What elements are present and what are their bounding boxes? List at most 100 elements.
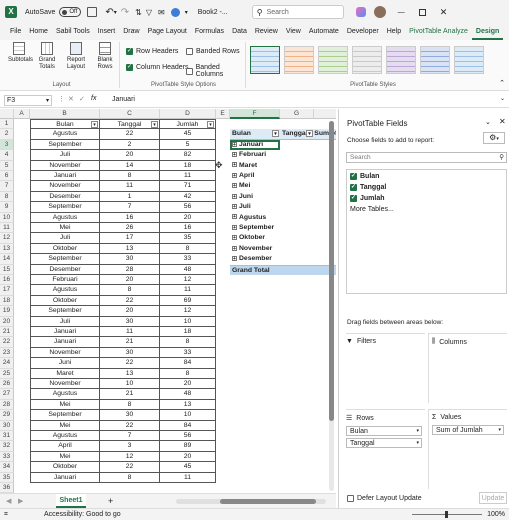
expand-icon[interactable]: +: [232, 183, 237, 189]
column-header-e[interactable]: E: [216, 109, 230, 119]
column-header-c[interactable]: C: [100, 109, 160, 119]
table-cell[interactable]: Juni: [30, 358, 100, 369]
table-cell[interactable]: 48: [160, 389, 216, 400]
tab-pivottable-analyze[interactable]: PivotTable Analyze: [405, 24, 472, 40]
table-cell[interactable]: 13: [100, 368, 160, 379]
table-cell[interactable]: 21: [100, 389, 160, 400]
tab-design[interactable]: Design: [471, 25, 504, 40]
row-header[interactable]: 13: [0, 243, 14, 255]
row-headers-checkbox[interactable]: ✓: [126, 48, 133, 55]
row-header[interactable]: 28: [0, 399, 14, 411]
row-header[interactable]: 5: [0, 160, 14, 171]
table-cell[interactable]: 35: [160, 233, 216, 244]
table-cell[interactable]: 1: [100, 191, 160, 203]
table-header[interactable]: Tanggal ▾: [100, 119, 160, 130]
tab-page-layout[interactable]: Page Layout: [144, 24, 191, 40]
prev-sheet-icon[interactable]: ◀: [6, 497, 11, 505]
pivot-row-label[interactable]: + Mei: [230, 181, 280, 191]
tab-draw[interactable]: Draw: [119, 24, 143, 40]
expand-icon[interactable]: +: [232, 193, 237, 199]
expand-icon[interactable]: +: [232, 224, 237, 230]
table-cell[interactable]: 16: [160, 223, 216, 234]
expand-icon[interactable]: +: [232, 245, 237, 251]
name-box[interactable]: F3 ▾: [4, 95, 52, 106]
column-header-a[interactable]: A: [14, 109, 30, 119]
pivot-row-label[interactable]: + April: [230, 171, 280, 181]
table-cell[interactable]: Desember: [30, 191, 100, 203]
table-cell[interactable]: Mei: [30, 223, 100, 234]
pivot-row-label[interactable]: + November: [230, 244, 280, 254]
table-cell[interactable]: 82: [160, 150, 216, 161]
minimize-icon[interactable]: —: [398, 9, 405, 16]
table-cell[interactable]: Maret: [30, 368, 100, 379]
collapse-ribbon-icon[interactable]: ⌃: [499, 79, 505, 87]
filters-area[interactable]: ▼ Filters: [346, 333, 425, 403]
pivot-row-label[interactable]: + Januari: [230, 139, 280, 151]
table-cell[interactable]: 71: [160, 181, 216, 192]
table-cell[interactable]: Mei: [30, 420, 100, 431]
cancel-icon[interactable]: ✕: [68, 95, 74, 103]
table-cell[interactable]: 11: [160, 285, 216, 296]
row-header[interactable]: 9: [0, 202, 14, 213]
expand-icon[interactable]: +: [232, 151, 237, 157]
table-cell[interactable]: 3: [100, 441, 160, 452]
zoom-slider[interactable]: [412, 511, 482, 518]
field-checkbox[interactable]: ✓: [350, 173, 357, 180]
table-cell[interactable]: 20: [100, 150, 160, 161]
tab-help[interactable]: Help: [383, 24, 405, 40]
table-cell[interactable]: 18: [160, 160, 216, 171]
pivot-row-label[interactable]: + Maret: [230, 161, 280, 171]
row-header[interactable]: 6: [0, 171, 14, 182]
table-cell[interactable]: 45: [160, 129, 216, 140]
table-cell[interactable]: 11: [100, 327, 160, 338]
field-checkbox[interactable]: ✓: [350, 184, 357, 191]
table-cell[interactable]: 28: [100, 264, 160, 275]
select-all-corner[interactable]: [0, 109, 14, 119]
row-header[interactable]: 17: [0, 285, 14, 296]
table-cell[interactable]: Juli: [30, 316, 100, 327]
rows-item-tanggal[interactable]: Tanggal ▾: [346, 438, 422, 448]
row-header[interactable]: 12: [0, 233, 14, 244]
table-cell[interactable]: 69: [160, 295, 216, 307]
tab-automate[interactable]: Automate: [305, 24, 343, 40]
table-cell[interactable]: 12: [160, 306, 216, 317]
subtotals-button[interactable]: Subtotals: [8, 42, 33, 71]
row-header[interactable]: 21: [0, 327, 14, 338]
column-header-h[interactable]: H: [314, 109, 336, 119]
expand-icon[interactable]: +: [232, 255, 237, 261]
vertical-scrollbar[interactable]: [329, 121, 334, 491]
column-header-d[interactable]: D: [160, 109, 216, 119]
grand-total-spacer[interactable]: [280, 264, 314, 275]
table-cell[interactable]: 45: [160, 462, 216, 473]
table-cell[interactable]: 7: [100, 431, 160, 442]
row-header[interactable]: 27: [0, 389, 14, 400]
row-header[interactable]: 8: [0, 191, 14, 203]
row-header[interactable]: 36: [0, 483, 14, 493]
table-cell[interactable]: Agustus: [30, 212, 100, 223]
column-header-b[interactable]: B: [30, 109, 100, 119]
table-cell[interactable]: 56: [160, 202, 216, 213]
maximize-icon[interactable]: [418, 8, 426, 16]
table-cell[interactable]: 21: [100, 337, 160, 348]
pivot-row-label[interactable]: + Juli: [230, 202, 280, 212]
row-header[interactable]: 10: [0, 212, 14, 223]
formula-input[interactable]: Januari: [112, 96, 135, 103]
column-header-f[interactable]: F: [230, 109, 280, 119]
table-cell[interactable]: 10: [160, 410, 216, 421]
row-header[interactable]: 15: [0, 264, 14, 275]
undo-icon[interactable]: ↶: [105, 7, 113, 18]
copilot-icon[interactable]: [355, 7, 366, 17]
field-bulan[interactable]: ✓ Bulan: [350, 173, 379, 180]
table-cell[interactable]: 30: [100, 254, 160, 265]
close-icon[interactable]: ✕: [440, 7, 448, 18]
values-item-sum[interactable]: Sum of Jumlah ▾: [432, 425, 504, 435]
table-cell[interactable]: Oktober: [30, 295, 100, 307]
table-cell[interactable]: 8: [100, 472, 160, 483]
table-cell[interactable]: 7: [100, 202, 160, 213]
table-cell[interactable]: 14: [100, 160, 160, 171]
style-swatch[interactable]: [352, 46, 382, 74]
filter-dropdown-icon[interactable]: ▾: [91, 121, 98, 128]
row-header[interactable]: 33: [0, 451, 14, 463]
table-cell[interactable]: 30: [100, 410, 160, 421]
table-cell[interactable]: 48: [160, 264, 216, 275]
